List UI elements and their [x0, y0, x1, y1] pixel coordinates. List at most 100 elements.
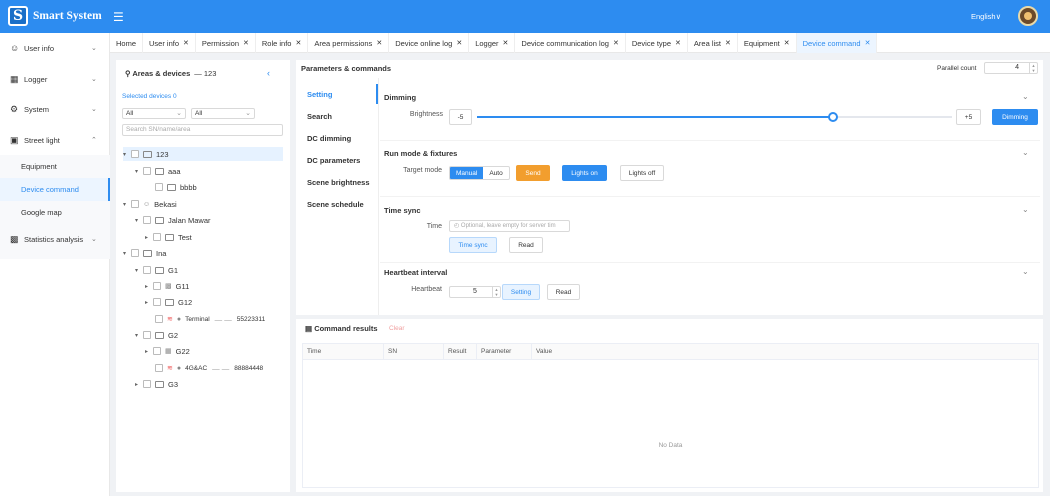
- checkbox[interactable]: [153, 347, 161, 355]
- sidebar-item-user-info[interactable]: ☺ User info ⌄: [0, 36, 110, 60]
- brightness-slider[interactable]: [477, 112, 952, 122]
- close-icon[interactable]: ✕: [613, 39, 619, 47]
- lights-off-button[interactable]: Lights off: [620, 165, 664, 181]
- time-read-button[interactable]: Read: [509, 237, 543, 253]
- close-icon[interactable]: ✕: [503, 39, 509, 47]
- tab-equipment[interactable]: Equipment ✕: [738, 33, 797, 53]
- menu-dc-parameters[interactable]: DC parameters: [307, 156, 360, 165]
- tree-node[interactable]: ▸ Test: [145, 230, 192, 244]
- heartbeat-read-button[interactable]: Read: [547, 284, 580, 300]
- checkbox[interactable]: [131, 200, 139, 208]
- selected-devices-link[interactable]: Selected devices 0: [122, 93, 177, 100]
- close-icon[interactable]: ✕: [675, 39, 681, 47]
- sidebar-item-logger[interactable]: ▦ Logger ⌄: [0, 67, 110, 91]
- chevron-down-icon[interactable]: ⌄: [1022, 92, 1029, 101]
- close-icon[interactable]: ✕: [376, 39, 382, 47]
- time-sync-button[interactable]: Time sync: [449, 237, 497, 253]
- close-icon[interactable]: ✕: [183, 39, 189, 47]
- sidebar-subitem-device-command[interactable]: Device command: [0, 178, 110, 201]
- tab-device-type[interactable]: Device type ✕: [626, 33, 688, 53]
- collapse-left-icon[interactable]: ‹: [267, 68, 270, 78]
- close-icon[interactable]: ✕: [865, 39, 871, 47]
- brightness-plus-button[interactable]: +5: [956, 109, 981, 125]
- tab-home[interactable]: Home: [110, 33, 144, 53]
- tab-role-info[interactable]: Role info ✕: [256, 33, 309, 53]
- tree-node[interactable]: ▾ 123: [123, 147, 283, 161]
- checkbox[interactable]: [131, 249, 139, 257]
- mode-manual[interactable]: Manual: [450, 167, 484, 179]
- checkbox[interactable]: [143, 380, 151, 388]
- checkbox[interactable]: [155, 315, 163, 323]
- tab-permission[interactable]: Permission ✕: [196, 33, 256, 53]
- tab-area-list[interactable]: Area list ✕: [688, 33, 738, 53]
- column-header[interactable]: SN: [384, 344, 444, 359]
- tab-user-info[interactable]: User info ✕: [143, 33, 196, 53]
- checkbox[interactable]: [155, 183, 163, 191]
- close-icon[interactable]: ✕: [784, 39, 790, 47]
- menu-dc-dimming[interactable]: DC dimming: [307, 134, 351, 143]
- tree-node[interactable]: ▾ G1: [135, 263, 178, 277]
- menu-setting[interactable]: Setting: [307, 90, 332, 99]
- checkbox[interactable]: [155, 364, 163, 372]
- chevron-down-icon[interactable]: ⌄: [1022, 267, 1029, 276]
- stepper-icon[interactable]: ▲ ▼: [492, 287, 500, 297]
- close-icon[interactable]: ✕: [725, 39, 731, 47]
- close-icon[interactable]: ✕: [295, 39, 301, 47]
- tab-device-communication-log[interactable]: Device communication log ✕: [515, 33, 626, 53]
- menu-toggle-icon[interactable]: ☰: [113, 10, 124, 24]
- checkbox[interactable]: [153, 233, 161, 241]
- filter-select-1[interactable]: All ⌄: [122, 108, 186, 119]
- stepper-icon[interactable]: ▲ ▼: [1029, 63, 1037, 73]
- lights-on-button[interactable]: Lights on: [562, 165, 607, 181]
- tab-device-command[interactable]: Device command ✕: [796, 33, 878, 53]
- target-mode-toggle[interactable]: Manual Auto: [449, 166, 510, 180]
- mode-auto[interactable]: Auto: [483, 167, 508, 179]
- close-icon[interactable]: ✕: [243, 39, 249, 47]
- avatar[interactable]: [1018, 6, 1038, 26]
- chevron-down-icon[interactable]: ⌄: [1022, 148, 1029, 157]
- filter-select-2[interactable]: All ⌄: [191, 108, 255, 119]
- close-icon[interactable]: ✕: [456, 39, 462, 47]
- column-header[interactable]: Parameter: [477, 344, 532, 359]
- sidebar-item-system[interactable]: ⚙ System ⌄: [0, 97, 110, 121]
- tree-node[interactable]: ▸ ▩ G11: [145, 279, 189, 293]
- checkbox[interactable]: [131, 150, 139, 158]
- tree-search-input[interactable]: Search SN/name/area: [122, 124, 283, 136]
- tab-logger[interactable]: Logger ✕: [469, 33, 516, 53]
- sidebar-item-street-light[interactable]: ▣ Street light ⌃: [0, 128, 110, 152]
- sidebar-subitem-equipment[interactable]: Equipment: [0, 155, 110, 178]
- checkbox[interactable]: [153, 298, 161, 306]
- sidebar-subitem-google-map[interactable]: Google map: [0, 201, 110, 224]
- clear-button[interactable]: Clear: [389, 325, 405, 332]
- tree-node[interactable]: ▾ ☺ Bekasi: [123, 197, 177, 211]
- dimming-button[interactable]: Dimming: [992, 109, 1038, 125]
- tree-node-device[interactable]: ≋ ● 4G&AC — —88884448: [155, 361, 263, 375]
- tree-node[interactable]: ▾ Jalan Mawar: [135, 213, 211, 227]
- brightness-minus-button[interactable]: -5: [449, 109, 472, 125]
- column-header[interactable]: Time: [303, 344, 384, 359]
- parallel-count-input[interactable]: 4 ▲ ▼: [984, 62, 1038, 74]
- column-header[interactable]: Value: [532, 344, 1038, 359]
- tree-node[interactable]: ▸ ▦ G22: [145, 344, 190, 358]
- tree-node[interactable]: ▸ G12: [145, 295, 192, 309]
- tree-node[interactable]: ▾ Ina: [123, 246, 166, 260]
- tree-node[interactable]: bbbb: [155, 180, 197, 194]
- checkbox[interactable]: [143, 266, 151, 274]
- time-input[interactable]: ◴ Optional, leave empty for server tim: [449, 220, 570, 232]
- language-select[interactable]: English∨: [971, 12, 1001, 21]
- checkbox[interactable]: [143, 331, 151, 339]
- menu-scene-schedule[interactable]: Scene schedule: [307, 200, 364, 209]
- tab-area-permissions[interactable]: Area permissions ✕: [308, 33, 390, 53]
- tree-node[interactable]: ▸ G3: [135, 377, 178, 391]
- chevron-down-icon[interactable]: ⌄: [1022, 205, 1029, 214]
- checkbox[interactable]: [143, 167, 151, 175]
- menu-search[interactable]: Search: [307, 112, 332, 121]
- heartbeat-setting-button[interactable]: Setting: [502, 284, 540, 300]
- tree-node[interactable]: ▾ aaa: [135, 164, 181, 178]
- tab-device-online-log[interactable]: Device online log ✕: [389, 33, 470, 53]
- column-header[interactable]: Result: [444, 344, 477, 359]
- sidebar-item-statistics[interactable]: ▩ Statistics analysis ⌄: [0, 227, 110, 251]
- menu-scene-brightness[interactable]: Scene brightness: [307, 178, 370, 187]
- checkbox[interactable]: [153, 282, 161, 290]
- checkbox[interactable]: [143, 216, 151, 224]
